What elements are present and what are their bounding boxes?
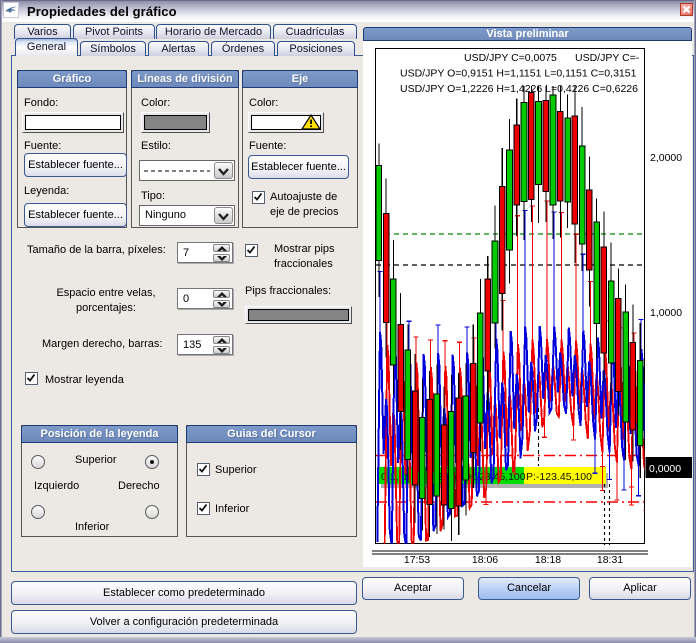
svg-text:USD/JPY C=-: USD/JPY C=-: [575, 52, 640, 64]
svg-text:18:31: 18:31: [597, 554, 623, 566]
svg-text:USD/JPY C=0,0075: USD/JPY C=0,0075: [464, 52, 557, 64]
svg-text:18:18: 18:18: [535, 554, 561, 566]
svg-text:18:06: 18:06: [472, 554, 498, 566]
svg-text:USD/JPY O=0,9151 H=1,1151 L=0,: USD/JPY O=0,9151 H=1,1151 L=0,1151 C=0,3…: [400, 68, 637, 80]
svg-text:USD/JPY O=1,2226 H=1,4226 L=0,: USD/JPY O=1,2226 H=1,4226 L=0,4226 C=0,6…: [400, 83, 638, 95]
svg-text:0,0000: 0,0000: [649, 463, 681, 475]
svg-text:1,0000: 1,0000: [650, 307, 682, 319]
svg-text:17:53: 17:53: [404, 554, 430, 566]
svg-text:2,0000: 2,0000: [650, 152, 682, 164]
svg-text:P:-123.45,100: P:-123.45,100: [526, 471, 592, 483]
